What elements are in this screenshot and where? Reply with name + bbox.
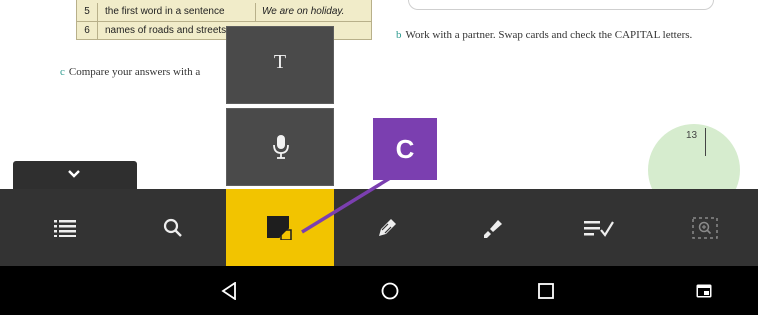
table-row: 5 the first word in a sentence We are on… (77, 3, 371, 22)
row-number: 5 (77, 3, 98, 21)
sticky-note-icon (267, 215, 292, 240)
zoom-select-button[interactable] (652, 189, 758, 266)
recents-button[interactable] (516, 266, 576, 315)
instruction-text: Work with a partner. Swap cards and chec… (405, 29, 693, 41)
screen-button[interactable] (674, 266, 734, 315)
search-button[interactable] (120, 189, 225, 266)
row-number: 6 (77, 22, 98, 40)
table-of-contents-button[interactable] (12, 189, 117, 266)
zoom-select-icon (692, 216, 718, 239)
row-example: We are on holiday. (255, 3, 344, 21)
back-button[interactable] (199, 266, 259, 315)
pencil-icon (379, 218, 396, 236)
instruction-b: b Work with a partner. Swap cards and che… (396, 28, 716, 42)
highlighter-icon (484, 219, 502, 238)
page-number-divider (705, 128, 706, 156)
text-note-button[interactable]: T (226, 26, 334, 104)
collapse-toolbar-tab[interactable] (13, 161, 137, 191)
screen-icon (696, 284, 712, 297)
list-icon (53, 219, 76, 237)
instruction-c: c Compare your answers with a (60, 66, 200, 78)
home-button[interactable] (360, 266, 420, 315)
card-panel (408, 0, 714, 10)
pencil-button[interactable] (334, 189, 440, 266)
back-icon (221, 281, 236, 300)
instruction-letter: b (396, 29, 402, 41)
microphone-icon (273, 135, 289, 159)
checklist-icon (584, 220, 614, 237)
system-nav-bar (0, 266, 758, 315)
recents-icon (538, 282, 554, 299)
sticky-note-button[interactable] (226, 189, 334, 266)
highlighter-button[interactable] (440, 189, 546, 266)
callout-label: C (373, 118, 437, 180)
reader-toolbar (0, 189, 758, 266)
row-description: the first word in a sentence (105, 6, 225, 17)
page-number: 13 (686, 130, 698, 141)
text-icon: T (273, 51, 287, 73)
home-icon (381, 282, 399, 299)
instruction-text: Compare your answers with a (68, 66, 201, 78)
voice-note-button[interactable] (226, 108, 334, 186)
checklist-button[interactable] (546, 189, 652, 266)
row-description: names of roads and streets (105, 25, 227, 36)
instruction-letter: c (60, 66, 65, 78)
chevron-down-icon (68, 170, 80, 178)
search-icon (163, 218, 182, 237)
